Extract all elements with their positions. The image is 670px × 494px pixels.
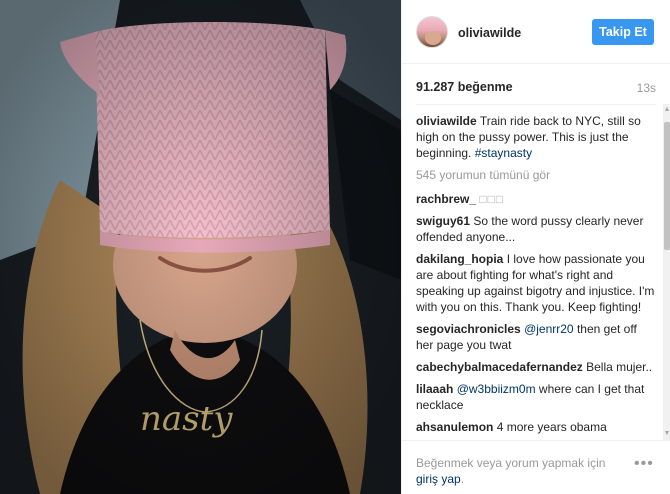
comment: swiguy61 So the word pussy clearly never… xyxy=(416,213,656,245)
comment-text: 4 more years obama xyxy=(496,420,607,434)
mention-link[interactable]: @jenrr20 xyxy=(524,322,574,336)
likes-row: 91.287 beğenme 13s xyxy=(416,80,656,100)
divider xyxy=(416,104,656,105)
post-photo[interactable]: nasty xyxy=(0,0,401,494)
instagram-post-window: nasty oliviawilde Takip Et 91.287 beğenm… xyxy=(0,0,670,494)
caption: oliviawilde Train ride back to NYC, stil… xyxy=(416,113,656,161)
comment-text: □□□ xyxy=(479,192,505,206)
view-all-comments-link[interactable]: 545 yorumun tümünü gör xyxy=(416,167,656,183)
likes-count[interactable]: 91.287 beğenme xyxy=(416,80,513,94)
comments-list[interactable]: oliviawilde Train ride back to NYC, stil… xyxy=(416,113,656,439)
comment: ahsanulemon 4 more years obama xyxy=(416,419,656,435)
post-header: oliviawilde Takip Et xyxy=(402,0,670,64)
photo-illustration: nasty xyxy=(0,0,401,494)
more-options-icon[interactable]: ••• xyxy=(634,456,658,473)
login-prompt: Beğenmek veya yorum yapmak için giriş ya… xyxy=(416,455,626,487)
comment-user[interactable]: lilaaah xyxy=(416,382,453,396)
post-footer: Beğenmek veya yorum yapmak için giriş ya… xyxy=(402,440,670,494)
comment-user[interactable]: cabechybalmacedafernandez xyxy=(416,360,583,374)
mention-link[interactable]: @w3bbiizm0m xyxy=(457,382,536,396)
scroll-thumb[interactable] xyxy=(664,122,670,250)
comment-text: Bella mujer.. xyxy=(586,360,653,374)
scroll-up-arrow-icon[interactable]: ▲ xyxy=(663,106,670,114)
avatar[interactable] xyxy=(416,16,448,48)
post-sidebar: oliviawilde Takip Et 91.287 beğenme 13s … xyxy=(401,0,670,494)
login-prompt-suffix: . xyxy=(460,472,465,486)
caption-user[interactable]: oliviawilde xyxy=(416,114,477,128)
hashtag-link[interactable]: #staynasty xyxy=(475,146,532,160)
scroll-down-arrow-icon[interactable]: ▼ xyxy=(663,430,670,438)
follow-button[interactable]: Takip Et xyxy=(592,19,654,45)
login-link[interactable]: giriş yap xyxy=(416,472,461,486)
comment-user[interactable]: dakilang_hopia xyxy=(416,252,503,266)
comment-user[interactable]: segoviachronicles xyxy=(416,322,521,336)
comment-user[interactable]: swiguy61 xyxy=(416,214,470,228)
comment: dakilang_hopia I love how passionate you… xyxy=(416,251,656,315)
comments-scrollbar[interactable]: ▲ ▼ xyxy=(663,104,670,440)
comment: lilaaah @w3bbiizm0m where can I get that… xyxy=(416,381,656,413)
comment-user[interactable]: rachbrew_ xyxy=(416,192,476,206)
comment: rachbrew_ □□□ xyxy=(416,191,656,207)
comment-user[interactable]: ahsanulemon xyxy=(416,420,493,434)
login-prompt-text: Beğenmek veya yorum yapmak için xyxy=(416,456,606,470)
username-link[interactable]: oliviawilde xyxy=(458,26,521,40)
comment: segoviachronicles @jenrr20 then get off … xyxy=(416,321,656,353)
comment: cabechybalmacedafernandez Bella mujer.. xyxy=(416,359,656,375)
post-time[interactable]: 13s xyxy=(637,81,656,95)
